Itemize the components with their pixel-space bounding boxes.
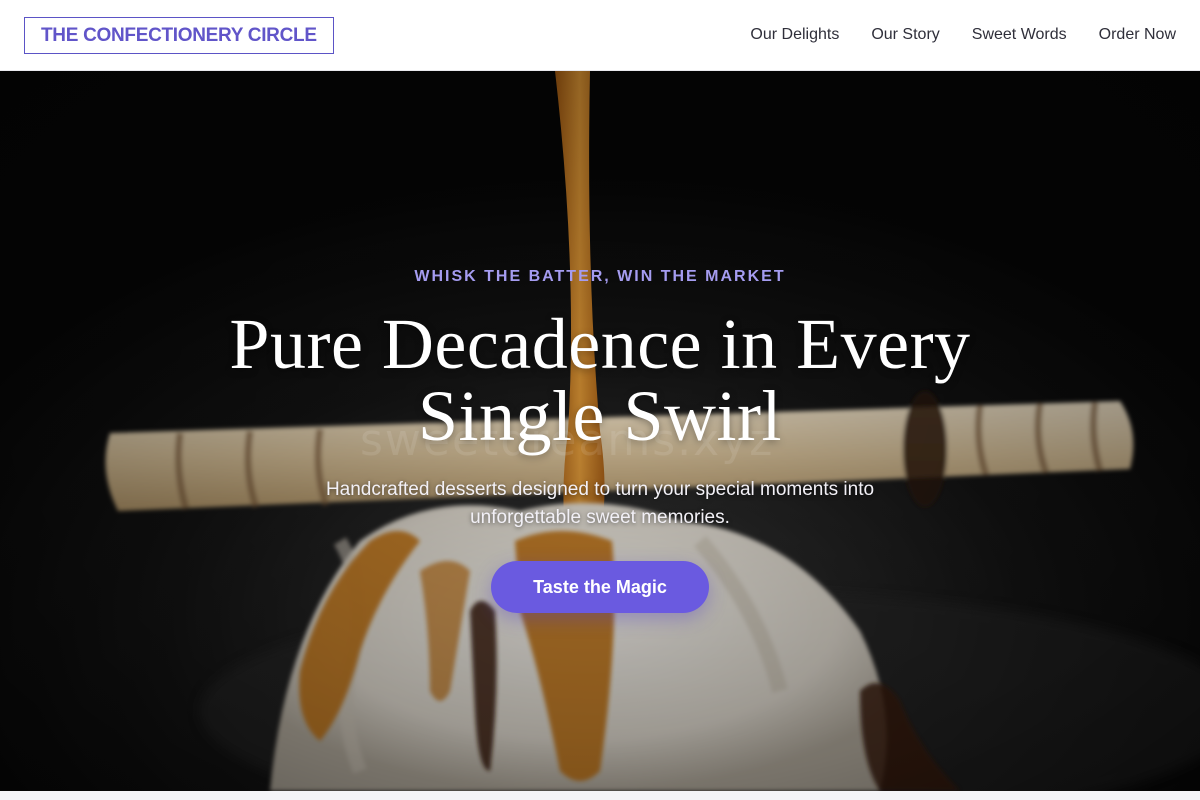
- hero-content: WHISK THE BATTER, WIN THE MARKET Pure De…: [0, 71, 1200, 791]
- site-header: THE CONFECTIONERY CIRCLE Our Delights Ou…: [0, 0, 1200, 71]
- next-section-edge: [0, 791, 1200, 800]
- hero-headline: Pure Decadence in Every Single Swirl: [229, 304, 971, 456]
- nav-link-sweet-words[interactable]: Sweet Words: [972, 26, 1067, 44]
- hero-eyebrow: WHISK THE BATTER, WIN THE MARKET: [414, 268, 786, 285]
- main-nav: Our Delights Our Story Sweet Words Order…: [750, 26, 1176, 44]
- logo-link[interactable]: THE CONFECTIONERY CIRCLE: [24, 16, 334, 54]
- nav-link-order-now[interactable]: Order Now: [1099, 26, 1176, 44]
- hero-subtext: Handcrafted desserts designed to turn yo…: [325, 479, 875, 528]
- taste-the-magic-button[interactable]: Taste the Magic: [491, 561, 709, 613]
- nav-link-our-delights[interactable]: Our Delights: [750, 26, 839, 44]
- nav-link-our-story[interactable]: Our Story: [871, 26, 939, 44]
- hero-section: sweetdreams.xyz WHISK THE BATTER, WIN TH…: [0, 71, 1200, 791]
